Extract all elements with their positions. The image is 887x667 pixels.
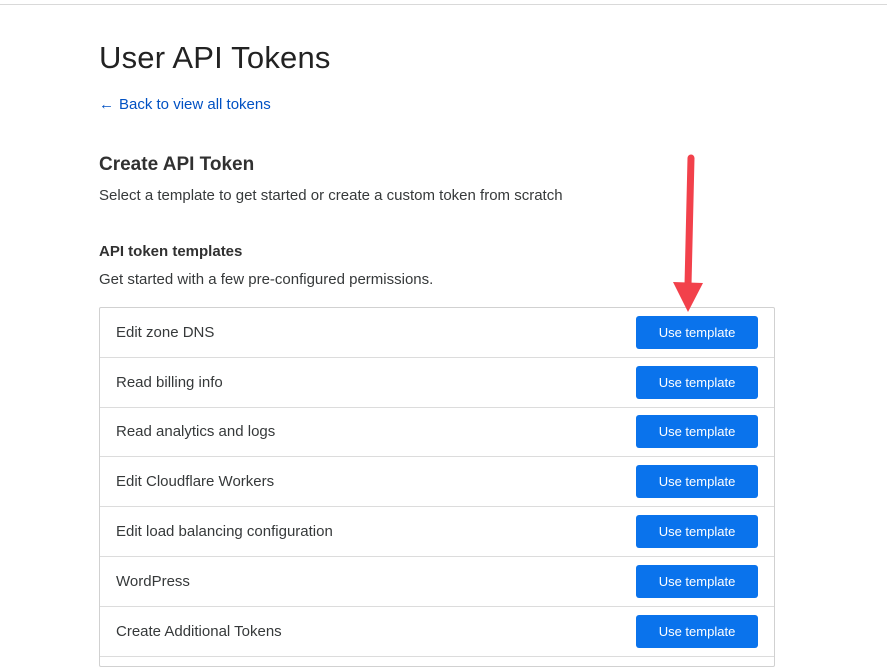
red-down-arrow-annotation [673, 154, 703, 312]
template-row-read-billing-info: Read billing info Use template [100, 358, 774, 408]
template-name: Read billing info [116, 373, 223, 391]
template-name: Edit load balancing configuration [116, 523, 333, 541]
use-template-button[interactable]: Use template [636, 515, 758, 549]
back-link-label: Back to view all tokens [119, 96, 271, 113]
template-row-read-analytics-logs: Read analytics and logs Use template [100, 408, 774, 458]
template-row-create-additional-tokens: Create Additional Tokens Use template [100, 607, 774, 657]
use-template-button[interactable]: Use template [636, 614, 758, 648]
use-template-button[interactable]: Use template [636, 365, 758, 399]
use-template-button[interactable]: Use template [636, 315, 758, 349]
templates-title: API token templates [99, 243, 243, 260]
template-name: Edit zone DNS [116, 323, 215, 341]
use-template-button[interactable]: Use template [636, 415, 758, 449]
arrow-left-icon: ← [99, 96, 114, 113]
use-template-button[interactable]: Use template [636, 564, 758, 598]
top-divider [0, 4, 887, 5]
back-to-tokens-link[interactable]: ← Back to view all tokens [99, 96, 271, 113]
template-name: Edit Cloudflare Workers [116, 473, 275, 491]
template-row-edit-load-balancing: Edit load balancing configuration Use te… [100, 507, 774, 557]
template-name: WordPress [116, 572, 190, 590]
page-title: User API Tokens [99, 40, 331, 75]
template-row-wordpress: WordPress Use template [100, 557, 774, 607]
template-name: Read analytics and logs [116, 423, 276, 441]
use-template-button[interactable]: Use template [636, 465, 758, 499]
template-name: Create Additional Tokens [116, 622, 282, 640]
create-token-description: Select a template to get started or crea… [99, 187, 563, 204]
templates-description: Get started with a few pre-configured pe… [99, 271, 434, 288]
create-token-title: Create API Token [99, 154, 255, 175]
template-row-edit-cloudflare-workers: Edit Cloudflare Workers Use template [100, 457, 774, 508]
templates-list: Edit zone DNS Use template Read billing … [99, 307, 775, 667]
